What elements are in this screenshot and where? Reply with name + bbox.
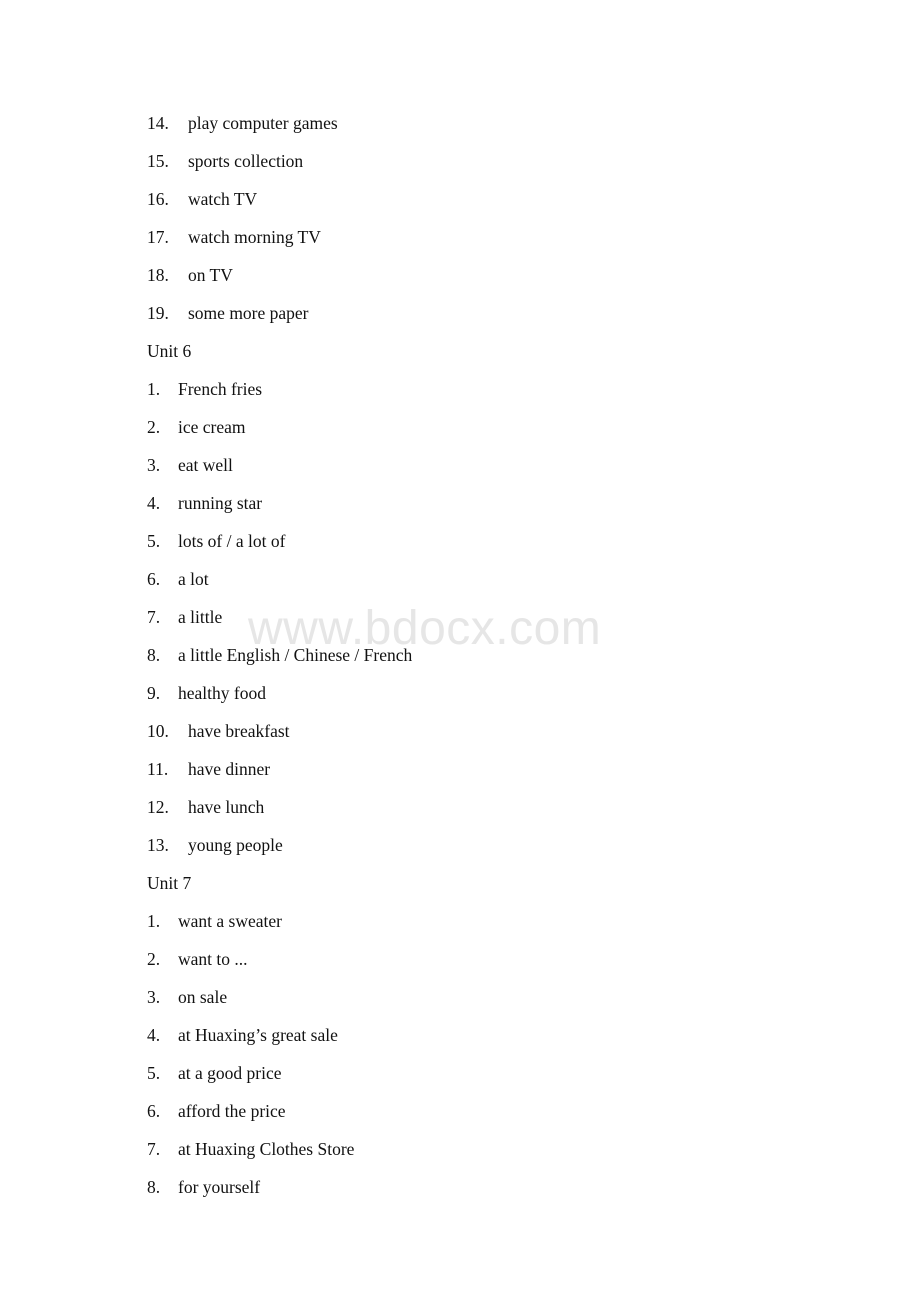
list-item-number: 5. [147,1063,161,1083]
list-item: 4. running star [0,484,920,522]
list-item: 15. sports collection [0,142,920,180]
list-item-text: have dinner [188,759,271,779]
list-item-number: 12. [147,797,169,817]
list-item-text: a lot [178,569,209,589]
list-item-text: on sale [178,987,228,1007]
list-item-text: a little [178,607,223,627]
list-item-text: watch TV [188,189,258,209]
list-item: 9. healthy food [0,674,920,712]
list-item-number: 2. [147,949,161,969]
list-item: 18. on TV [0,256,920,294]
document-page: www.bdocx.com 14. play computer games 15. s… [0,0,920,1302]
list-item-number: 6. [147,569,161,589]
list-item: 17. watch morning TV [0,218,920,256]
list-item-text: running star [178,493,263,513]
list-item-number: 8. [147,645,161,665]
list-item-text: young people [188,835,283,855]
list-item-text: at Huaxing Clothes Store [178,1139,355,1159]
list-item-number: 7. [147,607,161,627]
list-item: 3. eat well [0,446,920,484]
list-item: 1. want a sweater [0,902,920,940]
list-item: 2. want to ... [0,940,920,978]
list-item-text: play computer games [188,113,338,133]
list-item: 7. at Huaxing Clothes Store [0,1130,920,1168]
list-item: 1. French fries [0,370,920,408]
list-item-number: 3. [147,455,161,475]
list-item-number: 10. [147,721,169,741]
list-item: 6. afford the price [0,1092,920,1130]
list-item-number: 17. [147,227,169,247]
list-item-number: 9. [147,683,161,703]
list-item-text: ice cream [178,417,246,437]
list-item-number: 7. [147,1139,161,1159]
list-item-text: at a good price [178,1063,282,1083]
list-item: 3. on sale [0,978,920,1016]
list-item: 13. young people [0,826,920,864]
list-item-text: at Huaxing’s great sale [178,1025,338,1045]
list-item-text: sports collection [188,151,304,171]
list-item: 12. have lunch [0,788,920,826]
list-item: 8. a little English / Chinese / French [0,636,920,674]
list-item-number: 4. [147,1025,161,1045]
list-item-number: 6. [147,1101,161,1121]
list-item: 16. watch TV [0,180,920,218]
list-item-number: 4. [147,493,161,513]
list-item: 5. lots of / a lot of [0,522,920,560]
unit-heading-label: Unit 7 [147,873,192,893]
list-item-number: 14. [147,113,169,133]
list-item: 10. have breakfast [0,712,920,750]
list-item-number: 18. [147,265,169,285]
list-item-number: 5. [147,531,161,551]
list-item-text: some more paper [188,303,309,323]
list-item-number: 2. [147,417,161,437]
list-item-text: want to ... [178,949,248,969]
list-item: 14. play computer games [0,104,920,142]
list-item: 19. some more paper [0,294,920,332]
list-item-text: French fries [178,379,263,399]
list-item-number: 3. [147,987,161,1007]
list-item-text: afford the price [178,1101,286,1121]
list-item: 6. a lot [0,560,920,598]
list-item-text: have breakfast [188,721,290,741]
unit-heading-label: Unit 6 [147,341,192,361]
list-item-number: 1. [147,911,161,931]
list-item-text: watch morning TV [188,227,321,247]
list-item: 2. ice cream [0,408,920,446]
list-item-number: 19. [147,303,169,323]
list-item-text: for yourself [178,1177,261,1197]
list-item-text: have lunch [188,797,265,817]
list-item-number: 1. [147,379,161,399]
list-item-text: healthy food [178,683,266,703]
list-item: 4. at Huaxing’s great sale [0,1016,920,1054]
list-item-text: eat well [178,455,233,475]
list-item-number: 8. [147,1177,161,1197]
list-item-number: 13. [147,835,169,855]
list-item-number: 15. [147,151,169,171]
list-item-text: a little English / Chinese / French [178,645,413,665]
list-item: 5. at a good price [0,1054,920,1092]
list-item-number: 11. [147,759,169,779]
list-item: 7. a little [0,598,920,636]
list-item: 8. for yourself [0,1168,920,1206]
list-item: 11. have dinner [0,750,920,788]
unit-heading: Unit 7 [0,864,920,902]
list-item-text: on TV [188,265,233,285]
unit-heading: Unit 6 [0,332,920,370]
list-item-text: want a sweater [178,911,282,931]
list-item-text: lots of / a lot of [178,531,286,551]
list-item-number: 16. [147,189,169,209]
vocabulary-list: 14. play computer games 15. sports collecti… [0,104,920,1206]
